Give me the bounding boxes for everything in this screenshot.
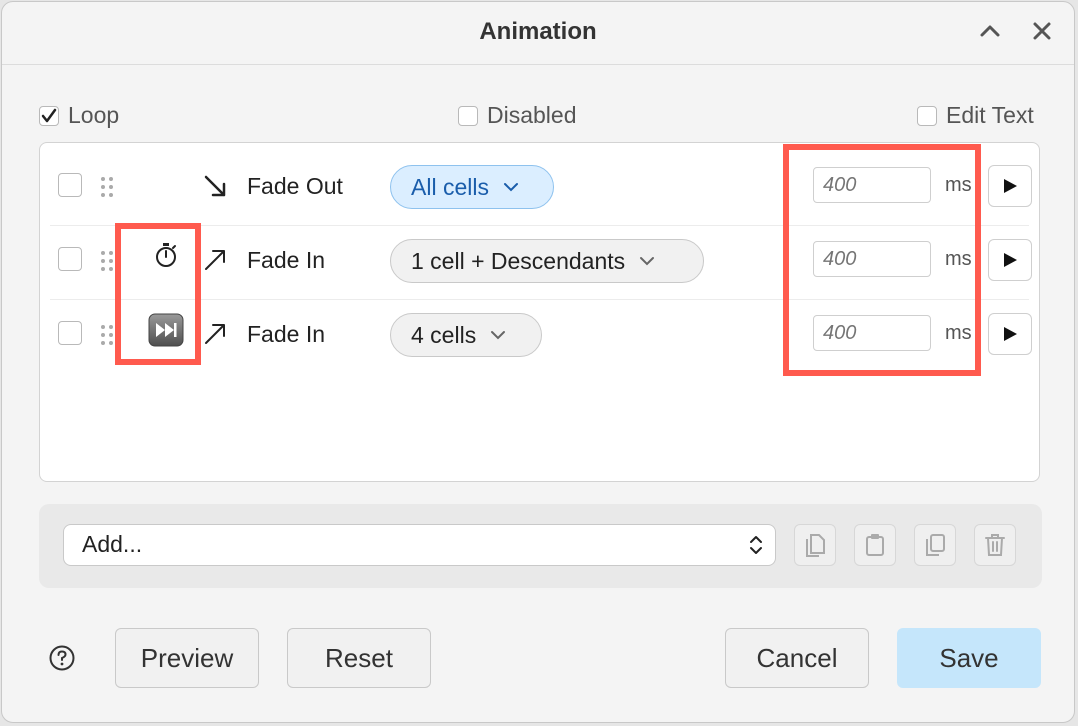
add-select[interactable]: Add...: [63, 524, 776, 566]
animation-step-row[interactable]: Fade Out All cells ms: [50, 151, 1032, 226]
paste-icon: [866, 534, 884, 556]
step-checkbox[interactable]: [58, 247, 82, 271]
edit-text-checkbox[interactable]: [917, 105, 937, 126]
effect-name: Fade In: [247, 247, 325, 273]
save-button[interactable]: Save: [897, 628, 1041, 688]
play-step-button[interactable]: [988, 165, 1032, 207]
duration-unit: ms: [945, 322, 972, 344]
fast-forward-icon[interactable]: [145, 310, 187, 350]
step-checkbox[interactable]: [58, 173, 82, 197]
drag-handle-icon[interactable]: [98, 249, 116, 273]
duration-input[interactable]: [813, 167, 931, 203]
paste-button[interactable]: [854, 524, 896, 566]
target-label: All cells: [411, 173, 489, 200]
loop-option[interactable]: Loop: [39, 102, 119, 129]
step-checkbox[interactable]: [58, 321, 82, 345]
cancel-button[interactable]: Cancel: [725, 628, 869, 688]
target-label: 4 cells: [411, 321, 477, 348]
duplicate-button[interactable]: [914, 524, 956, 566]
edit-text-option[interactable]: Edit Text: [917, 102, 1034, 129]
effect-name: Fade In: [247, 321, 325, 347]
reset-button[interactable]: Reset: [287, 628, 431, 688]
target-dropdown[interactable]: 4 cells: [390, 313, 542, 357]
trash-icon: [985, 534, 1005, 556]
duration-unit: ms: [945, 174, 972, 196]
dialog-title: Animation: [479, 18, 597, 45]
arrow-up-right-icon: [205, 250, 225, 270]
duration-unit: ms: [945, 248, 972, 270]
play-step-button[interactable]: [988, 239, 1032, 281]
updown-chevron-icon: [750, 536, 762, 554]
drag-handle-icon[interactable]: [98, 323, 116, 347]
disabled-label: Disabled: [487, 102, 577, 128]
target-label: 1 cell + Descendants: [411, 247, 626, 274]
copy-icon: [806, 534, 825, 557]
play-icon: [1004, 253, 1017, 267]
help-icon[interactable]: [49, 645, 75, 671]
close-icon[interactable]: [1027, 16, 1057, 46]
loop-checkbox[interactable]: [39, 105, 59, 126]
chevron-down-icon: [491, 331, 506, 340]
preview-button[interactable]: Preview: [115, 628, 259, 688]
animation-steps-list: Fade Out All cells ms Fade In 1 cell + D…: [39, 142, 1040, 482]
duration-input[interactable]: [813, 315, 931, 351]
copy-button[interactable]: [794, 524, 836, 566]
duration-input[interactable]: [813, 241, 931, 277]
chevron-down-icon: [640, 257, 655, 266]
effect-name: Fade Out: [247, 173, 343, 199]
drag-handle-icon[interactable]: [98, 175, 116, 199]
play-icon: [1004, 179, 1017, 193]
disabled-checkbox[interactable]: [458, 105, 478, 126]
collapse-chevron-up-icon[interactable]: [975, 16, 1005, 46]
arrow-down-right-icon: [204, 175, 226, 197]
play-step-button[interactable]: [988, 313, 1032, 355]
delete-button[interactable]: [974, 524, 1016, 566]
edit-text-label: Edit Text: [946, 102, 1034, 128]
arrow-up-right-icon: [205, 324, 225, 344]
chevron-down-icon: [503, 183, 518, 192]
animation-dialog: Animation Loop Disabled Edit Text Fade O…: [1, 1, 1075, 723]
duplicate-icon: [926, 534, 945, 556]
target-dropdown[interactable]: 1 cell + Descendants: [390, 239, 704, 283]
stopwatch-icon[interactable]: [145, 235, 187, 275]
play-icon: [1004, 327, 1017, 341]
loop-label: Loop: [68, 102, 120, 128]
disabled-option[interactable]: Disabled: [458, 102, 577, 129]
animation-step-row[interactable]: Fade In 4 cells ms: [50, 299, 1032, 373]
animation-step-row[interactable]: Fade In 1 cell + Descendants ms: [50, 225, 1032, 300]
title-bar: Animation: [2, 2, 1074, 65]
add-toolbar: Add...: [39, 504, 1042, 588]
target-dropdown[interactable]: All cells: [390, 165, 554, 209]
add-select-label: Add...: [82, 531, 143, 557]
